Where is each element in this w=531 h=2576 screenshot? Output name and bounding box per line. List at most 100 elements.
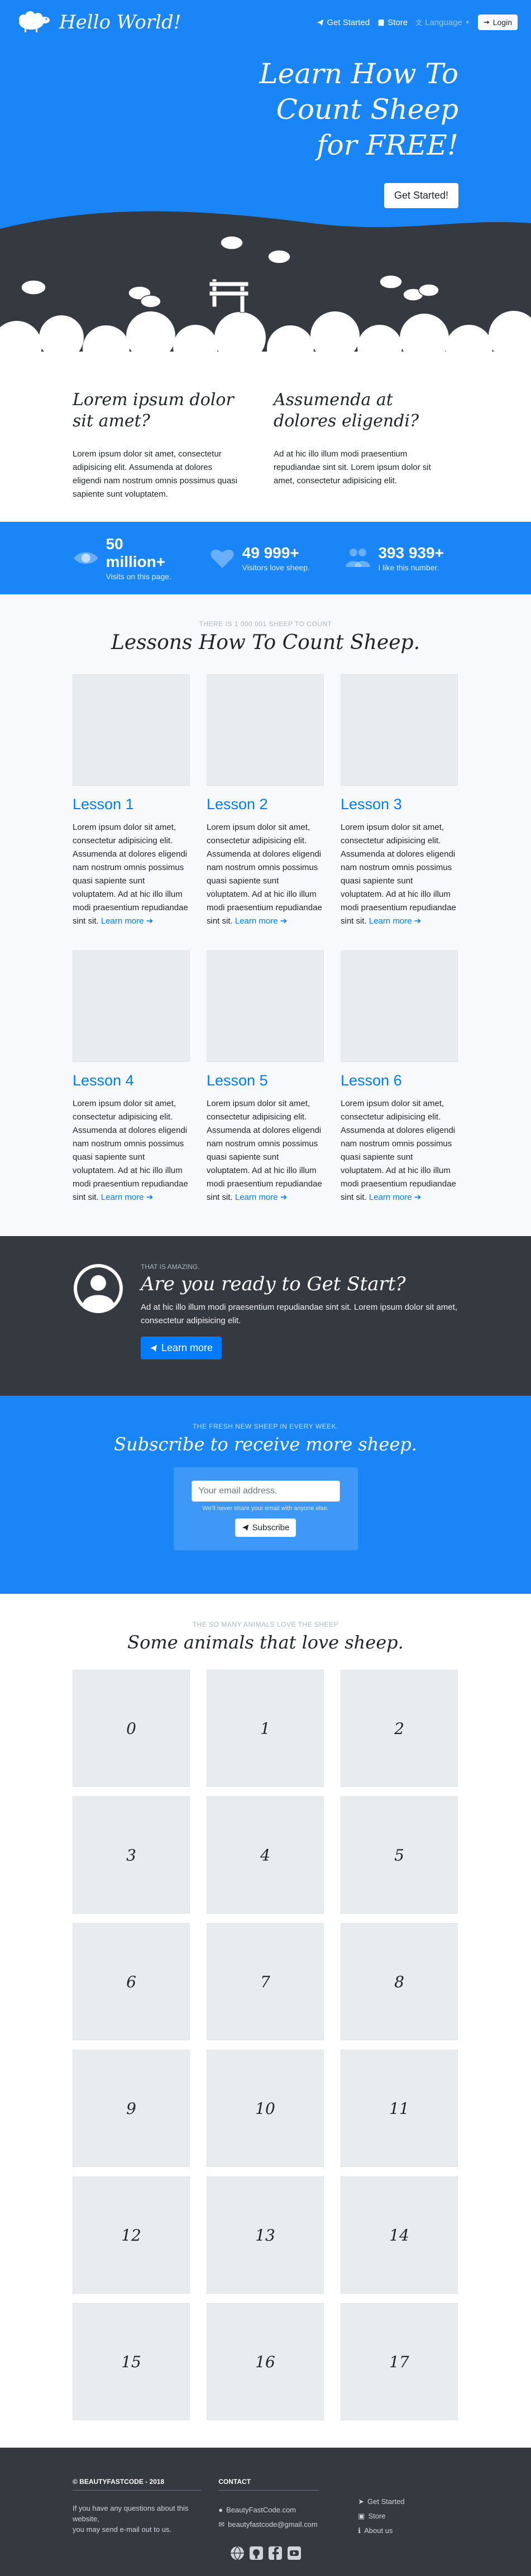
subscribe-title: Subscribe to receive more sheep.: [114, 1434, 417, 1455]
sign-in-icon: [484, 21, 490, 24]
animals-eyebrow: THE SO MANY ANIMALS LOVE THE SHEEP: [192, 1621, 339, 1628]
lesson-card: Lesson 5 Lorem ipsum dolor sit amet, con…: [207, 950, 324, 1204]
nav-store-link[interactable]: Store: [377, 18, 408, 27]
footer-link-label: Get Started: [367, 2497, 405, 2506]
footer-website[interactable]: ● BeautyFastCode.com: [218, 2503, 319, 2517]
animal-tile[interactable]: 9: [73, 2050, 190, 2167]
arrow-right-icon: ➔: [414, 1193, 422, 1202]
footer-copyright: © BEAUTYFASTCODE - 2018: [73, 2478, 202, 2491]
animal-tile[interactable]: 5: [341, 1796, 458, 1914]
lesson-title: Lesson 5: [207, 1072, 268, 1089]
subscribe-section: THE FRESH NEW SHEEP IN EVERY WEEK. Subsc…: [0, 1396, 531, 1594]
globe-icon: ●: [218, 2506, 223, 2514]
animal-tile[interactable]: 13: [207, 2176, 324, 2294]
footer-about-line: you may send e-mail out to us.: [73, 2525, 172, 2534]
learn-more-label: Learn more: [369, 916, 412, 926]
learn-more-link[interactable]: Learn more ➔: [235, 1193, 287, 1202]
navbar: Hello World! Get Started Store 文 Languag…: [0, 0, 531, 45]
cta-text: Ad at hic illo illum modi praesentium re…: [141, 1303, 457, 1325]
cta-section: THAT IS AMAZING. Are you ready to Get St…: [0, 1236, 531, 1396]
cta-eyebrow: THAT IS AMAZING.: [141, 1263, 200, 1271]
github-icon[interactable]: [249, 2546, 264, 2560]
animal-tile[interactable]: 2: [341, 1670, 458, 1787]
lesson-body: Lorem ipsum dolor sit amet, consectetur …: [207, 823, 322, 926]
lesson-text: Lorem ipsum dolor sit amet, consectetur …: [341, 1097, 458, 1204]
globe-icon[interactable]: [230, 2546, 245, 2560]
learn-more-label: Learn more: [101, 916, 144, 926]
footer-email-label: beautyfastcode@gmail.com: [228, 2520, 318, 2529]
cta-title: Are you ready to Get Start?: [141, 1273, 406, 1295]
learn-more-link[interactable]: Learn more ➔: [101, 916, 153, 926]
footer-about: © BEAUTYFASTCODE - 2018 If you have any …: [73, 2478, 202, 2538]
nav-language-dropdown[interactable]: 文 Language ▼: [415, 18, 470, 27]
lesson-text: Lorem ipsum dolor sit amet, consectetur …: [73, 821, 190, 928]
stat-label: I like this number.: [378, 563, 439, 572]
youtube-icon[interactable]: [287, 2546, 302, 2560]
lesson-thumbnail: [73, 674, 190, 786]
heart-icon: [211, 549, 234, 568]
lesson-text: Lorem ipsum dolor sit amet, consectetur …: [341, 821, 458, 928]
users-icon: [346, 549, 371, 567]
footer-website-label: BeautyFastCode.com: [226, 2506, 296, 2514]
animal-tile[interactable]: 3: [73, 1796, 190, 1914]
footer-get-started-link[interactable]: ➤ Get Started: [358, 2495, 458, 2509]
stat-love: 49 999+ Visitors love sheep.: [209, 544, 323, 572]
brand[interactable]: Hello World!: [13, 10, 181, 35]
facebook-icon[interactable]: [268, 2546, 283, 2560]
store-icon: [378, 19, 385, 26]
user-avatar-icon: [74, 1264, 123, 1313]
lessons-section: THERE IS 1 000 001 SHEEP TO COUNT Lesson…: [0, 594, 531, 1236]
cta-learn-more-button[interactable]: Learn more: [141, 1337, 222, 1359]
learn-more-link[interactable]: Learn more ➔: [235, 916, 287, 926]
nav-get-started-label: Get Started: [327, 17, 370, 27]
learn-more-link[interactable]: Learn more ➔: [101, 1193, 153, 1202]
cta-button-label: Learn more: [161, 1342, 213, 1353]
envelope-icon: ✉: [218, 2520, 225, 2529]
lesson-body: Lorem ipsum dolor sit amet, consectetur …: [341, 823, 456, 926]
lesson-card: Lesson 3 Lorem ipsum dolor sit amet, con…: [341, 674, 458, 928]
footer-email[interactable]: ✉ beautyfastcode@gmail.com: [218, 2517, 319, 2532]
subscribe-form: We'll never share your email with anyone…: [173, 1467, 358, 1550]
footer-about-link[interactable]: ℹ About us: [358, 2524, 458, 2538]
animal-tile[interactable]: 4: [207, 1796, 324, 1914]
animals-section: THE SO MANY ANIMALS LOVE THE SHEEP Some …: [0, 1594, 531, 2448]
lesson-card: Lesson 2 Lorem ipsum dolor sit amet, con…: [207, 674, 324, 928]
nav-get-started-link[interactable]: Get Started: [317, 18, 370, 27]
footer-store-link[interactable]: ▣ Store: [358, 2509, 458, 2524]
animal-tile[interactable]: 16: [207, 2303, 324, 2420]
lesson-title: Lesson 2: [207, 796, 268, 813]
animal-tile[interactable]: 8: [341, 1923, 458, 2040]
animal-tile[interactable]: 12: [73, 2176, 190, 2294]
subscribe-button[interactable]: Subscribe: [235, 1518, 296, 1537]
hero-title: Learn How To Count Sheep for FREE!: [168, 56, 458, 163]
feature-title: Lorem ipsum dolor sit amet?: [73, 390, 234, 431]
footer-about-text: If you have any questions about this web…: [73, 2503, 202, 2535]
sheep-logo-icon: [19, 11, 50, 32]
learn-more-link[interactable]: Learn more ➔: [369, 916, 421, 926]
stat-visits: 50 million+ Visits on this page.: [73, 535, 186, 581]
hero-title-line-2: Count Sheep: [276, 93, 458, 126]
paper-plane-icon: [317, 19, 324, 26]
animal-tile[interactable]: 15: [73, 2303, 190, 2420]
animal-tile[interactable]: 6: [73, 1923, 190, 2040]
nav-language-label: Language: [425, 17, 462, 27]
lesson-title: Lesson 3: [341, 796, 402, 813]
learn-more-label: Learn more: [235, 1193, 278, 1202]
animal-tile[interactable]: 14: [341, 2176, 458, 2294]
paper-plane-icon: ➤: [358, 2497, 365, 2506]
email-input[interactable]: [191, 1481, 340, 1502]
animal-tile[interactable]: 7: [207, 1923, 324, 2040]
animal-tile[interactable]: 10: [207, 2050, 324, 2167]
animal-tile[interactable]: 0: [73, 1670, 190, 1787]
login-button[interactable]: Login: [477, 15, 518, 30]
learn-more-label: Learn more: [369, 1193, 412, 1202]
lesson-title: Lesson 1: [73, 796, 134, 813]
lesson-thumbnail: [207, 950, 324, 1062]
animal-tile[interactable]: 11: [341, 2050, 458, 2167]
animal-grid: 0 1 2 3 4 5 6 7 8 9 10 11 12 13 14 15 16…: [0, 1670, 531, 2420]
email-help-text: We'll never share your email with anyone…: [202, 1505, 329, 1512]
learn-more-link[interactable]: Learn more ➔: [369, 1193, 421, 1202]
lesson-body: Lorem ipsum dolor sit amet, consectetur …: [73, 823, 188, 926]
animal-tile[interactable]: 1: [207, 1670, 324, 1787]
animal-tile[interactable]: 17: [341, 2303, 458, 2420]
